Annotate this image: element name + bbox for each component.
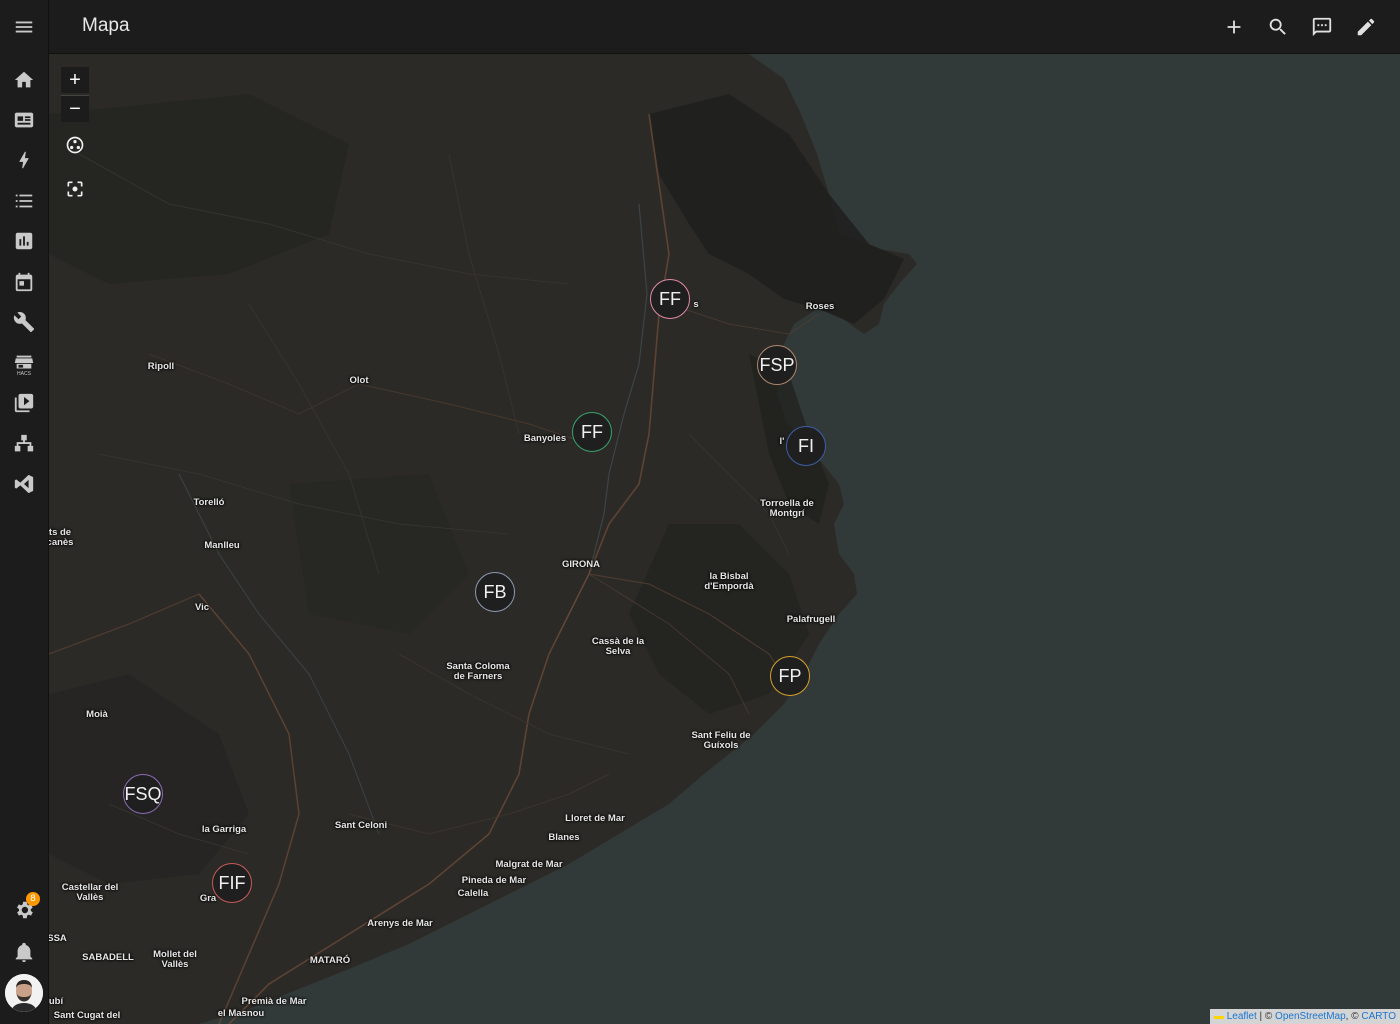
zoom-out-button[interactable]: − — [61, 95, 89, 122]
focus-icon — [67, 181, 83, 197]
city-label: Premià de Mar — [241, 996, 307, 1007]
fit-bounds-button[interactable] — [61, 175, 89, 203]
sidebar-item-hacs[interactable]: HACS — [0, 343, 48, 383]
city-label: Sant Celoni — [334, 820, 388, 831]
city-label: Sant Feliu de Guíxols — [691, 730, 751, 751]
calendar-icon — [15, 272, 33, 292]
layers-button[interactable] — [61, 131, 89, 159]
city-label: Torroella de Montgrí — [760, 498, 814, 519]
sidebar-item-network[interactable] — [0, 424, 48, 464]
city-label: Calella — [457, 888, 489, 899]
map-marker[interactable]: FIF — [212, 863, 252, 903]
menu-icon — [15, 21, 33, 33]
sidebar-item-energy[interactable] — [0, 140, 48, 180]
edit-button[interactable] — [1350, 11, 1382, 43]
city-label: s — [693, 299, 699, 310]
chart-icon — [15, 232, 33, 250]
city-label: Moià — [86, 709, 108, 720]
city-label: Roses — [805, 301, 835, 312]
search-button[interactable] — [1262, 11, 1294, 43]
carto-link[interactable]: CARTO — [1361, 1011, 1396, 1022]
sidebar-item-developer-tools[interactable] — [0, 302, 48, 342]
sidebar-item-media[interactable] — [0, 383, 48, 423]
lightning-icon — [19, 151, 29, 169]
group-icon — [66, 136, 84, 154]
city-label: Banyoles — [523, 433, 567, 444]
map-marker[interactable]: FF — [650, 279, 690, 319]
city-label: MATARÓ — [309, 955, 351, 966]
city-label: Pineda de Mar — [461, 875, 527, 886]
city-label: Cassà de la Selva — [591, 636, 645, 657]
sidebar-item-calendar[interactable] — [0, 262, 48, 302]
add-button[interactable] — [1218, 11, 1250, 43]
sidebar: HACS 8 — [0, 0, 49, 1024]
zoom-in-button[interactable]: + — [61, 67, 89, 93]
sidebar-item-logbook[interactable] — [0, 181, 48, 221]
attribution-separator: | © — [1256, 1011, 1276, 1022]
ukraine-flag-icon: ▬ — [1213, 1011, 1224, 1022]
sidebar-item-home[interactable] — [0, 60, 48, 100]
city-label: SABADELL — [82, 952, 134, 963]
map-attribution: ▬ Leaflet | © OpenStreetMap, © CARTO — [1209, 1009, 1400, 1024]
plus-icon — [1227, 20, 1241, 34]
city-label: Gra — [199, 893, 217, 904]
sidebar-item-settings[interactable]: 8 — [0, 890, 48, 930]
newspaper-icon — [14, 112, 34, 128]
map-marker[interactable]: FI — [786, 426, 826, 466]
city-label: la Garriga — [201, 824, 247, 835]
city-label: GIRONA — [562, 559, 600, 570]
city-label: Blanes — [548, 832, 580, 843]
top-app-bar: Mapa — [49, 0, 1400, 54]
leaflet-link[interactable]: Leaflet — [1227, 1011, 1257, 1022]
city-label: l' — [779, 436, 785, 447]
list-icon — [15, 194, 33, 208]
city-label: Palafrugell — [786, 614, 836, 625]
menu-button[interactable] — [0, 7, 48, 47]
map-view[interactable]: + − Ripoll Olot Banyoles Roses Torelló M… — [49, 54, 1400, 1024]
user-avatar-image — [5, 974, 43, 1012]
city-label: la Bisbal d'Empordà — [704, 571, 754, 592]
city-label: Ripoll — [147, 361, 175, 372]
map-marker[interactable]: FF — [572, 412, 612, 452]
sitemap-icon — [14, 434, 34, 452]
city-label: Mollet del Vallès — [153, 949, 197, 970]
city-label: Manlleu — [204, 540, 240, 551]
map-marker[interactable]: FP — [770, 656, 810, 696]
sidebar-item-history[interactable] — [0, 221, 48, 261]
city-label: Santa Coloma de Farners — [446, 661, 510, 682]
city-label: Olot — [349, 375, 369, 386]
city-label: Vic — [194, 602, 210, 613]
city-label: Torelló — [193, 497, 225, 508]
city-label: el Masnou — [217, 1008, 265, 1019]
pencil-icon — [1357, 18, 1375, 36]
hacs-sublabel: HACS — [17, 371, 31, 377]
bell-icon — [15, 942, 33, 963]
city-label: Castellar del Vallès — [61, 882, 119, 903]
notification-count-badge: 8 — [26, 892, 40, 906]
sidebar-item-notifications[interactable] — [0, 932, 48, 972]
openstreetmap-link[interactable]: OpenStreetMap — [1275, 1011, 1346, 1022]
avatar[interactable] — [5, 974, 43, 1012]
map-marker[interactable]: FB — [475, 572, 515, 612]
sidebar-item-overview[interactable] — [0, 100, 48, 140]
sidebar-item-vscode[interactable] — [0, 464, 48, 504]
search-icon — [1269, 18, 1286, 35]
assist-button[interactable] — [1306, 11, 1338, 43]
city-label: Arenys de Mar — [367, 918, 433, 929]
city-label: Lloret de Mar — [565, 813, 625, 824]
attribution-separator: , © — [1345, 1011, 1362, 1022]
city-label: ubí — [49, 996, 64, 1007]
message-icon — [1312, 17, 1332, 37]
city-label: Malgrat de Mar — [495, 859, 563, 870]
play-box-icon — [14, 393, 34, 413]
city-label: ts de canès — [49, 527, 74, 548]
home-icon — [14, 71, 34, 88]
map-marker[interactable]: FSQ — [123, 774, 163, 814]
wrench-icon — [13, 312, 35, 333]
page-title: Mapa — [82, 15, 130, 36]
map-marker[interactable]: FSP — [757, 345, 797, 385]
city-label: SSA — [49, 933, 67, 944]
vscode-icon — [14, 474, 34, 494]
city-label: Sant Cugat del — [53, 1010, 121, 1021]
